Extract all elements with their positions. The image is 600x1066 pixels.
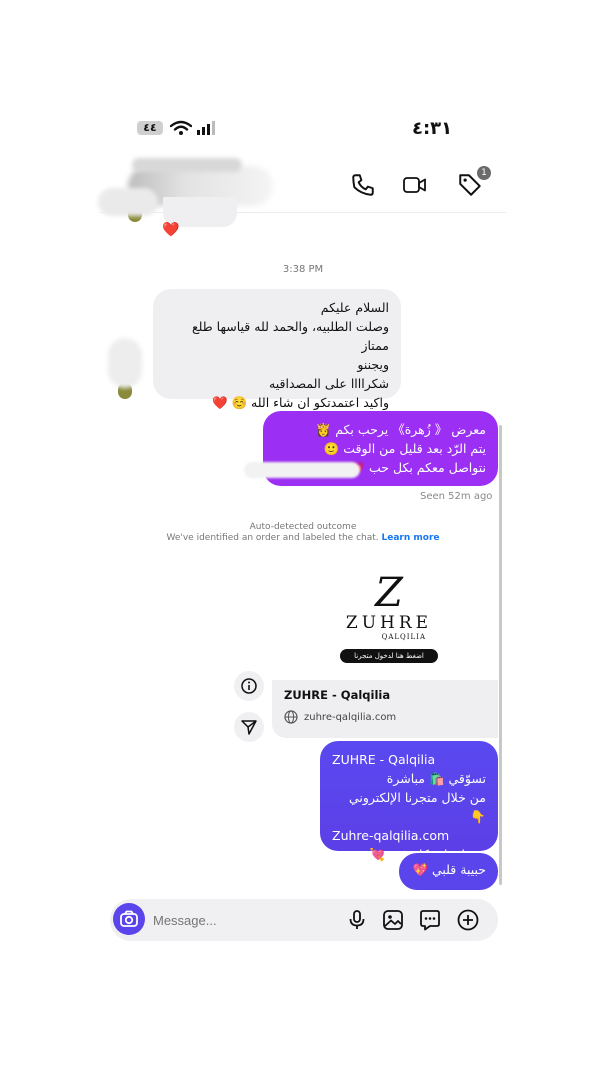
status-time: ٤:٣١ <box>412 118 453 139</box>
incoming-message[interactable]: السلام عليكم وصلت الطلبيه، والحمد لله قي… <box>153 289 401 410</box>
share-button[interactable] <box>234 712 264 742</box>
heart-reaction: ❤️ <box>162 222 180 238</box>
info-icon <box>241 678 257 694</box>
message-line: تسوّقي 🛍️ مباشرة <box>386 771 486 786</box>
phone-call-icon[interactable] <box>350 172 376 198</box>
redaction-scribble <box>98 188 158 216</box>
video-call-icon[interactable] <box>402 172 428 198</box>
chat-scrollbar[interactable] <box>499 425 502 885</box>
microphone-icon[interactable] <box>345 908 369 932</box>
auto-detected-text: We've identified an order and labeled th… <box>0 533 600 543</box>
logo-store-button: اضغط هنا لدخول متجرنا <box>340 649 438 663</box>
info-button[interactable] <box>234 671 264 701</box>
learn-more-link[interactable]: Learn more <box>382 533 440 543</box>
wifi-icon <box>170 120 192 135</box>
message-line: وصلت الطلبيه، والحمد لله قياسها طلع ممتا… <box>191 319 389 353</box>
outgoing-store-message[interactable]: ZUHRE - Qalqilia تسوّقي 🛍️ مباشرة من خلا… <box>320 741 498 862</box>
link-url-row: zuhre-qalqilia.com <box>284 710 486 724</box>
message-line: ويجننو <box>357 357 389 372</box>
auto-detected-title: Auto-detected outcome <box>249 522 357 532</box>
message-line: Zuhre-qalqilia.com <box>332 828 450 843</box>
tag-count-badge: 1 <box>477 166 491 180</box>
message-line: يتم الرّد بعد قليل من الوقت 🙂 <box>323 441 486 456</box>
camera-button[interactable] <box>113 903 145 935</box>
send-icon <box>241 720 257 735</box>
globe-icon <box>284 710 298 724</box>
redaction-scribble <box>108 338 142 388</box>
message-line: ZUHRE - Qalqilia <box>332 752 436 767</box>
chat-options-icon[interactable] <box>418 908 442 932</box>
camera-icon <box>120 910 138 927</box>
link-title: ZUHRE - Qalqilia <box>284 688 391 702</box>
link-url: zuhre-qalqilia.com <box>304 711 397 723</box>
message-timestamp: 3:38 PM <box>282 264 324 275</box>
header-divider <box>100 212 506 213</box>
message-line: واكيد اعتمدتكو ان شاء الله ☺️ ❤️ <box>211 395 389 410</box>
battery-icon: ٤٤ <box>137 121 163 135</box>
add-circle-icon[interactable] <box>456 908 480 932</box>
gallery-icon[interactable] <box>381 908 405 932</box>
signal-icon <box>197 121 215 135</box>
logo-subtitle: QALQILIA <box>381 633 426 641</box>
redaction-scribble <box>244 462 360 478</box>
message-line: شكراااا على المصداقيه <box>269 376 389 391</box>
message-line: من خلال متجرنا الإلكتروني 👇 <box>348 790 486 824</box>
message-line: معرض 《 زُهرة》 يرحب بكم 👸 <box>315 422 486 437</box>
outgoing-last-message[interactable]: حبيبة قلبي 💖 <box>399 853 498 890</box>
logo-name: ZUHRE <box>345 613 433 633</box>
message-line: السلام عليكم <box>320 300 389 315</box>
seen-status: Seen 52m ago <box>420 491 493 502</box>
zuhre-logo-image[interactable]: Z ZUHRE QALQILIA اضغط هنا لدخول متجرنا <box>334 573 444 663</box>
auto-detected-body: We've identified an order and labeled th… <box>166 533 379 543</box>
message-input[interactable] <box>153 909 333 931</box>
redaction-scribble <box>132 158 242 172</box>
link-preview-card[interactable]: ZUHRE - Qalqilia zuhre-qalqilia.com <box>272 680 498 738</box>
logo-letter: Z <box>375 570 403 616</box>
